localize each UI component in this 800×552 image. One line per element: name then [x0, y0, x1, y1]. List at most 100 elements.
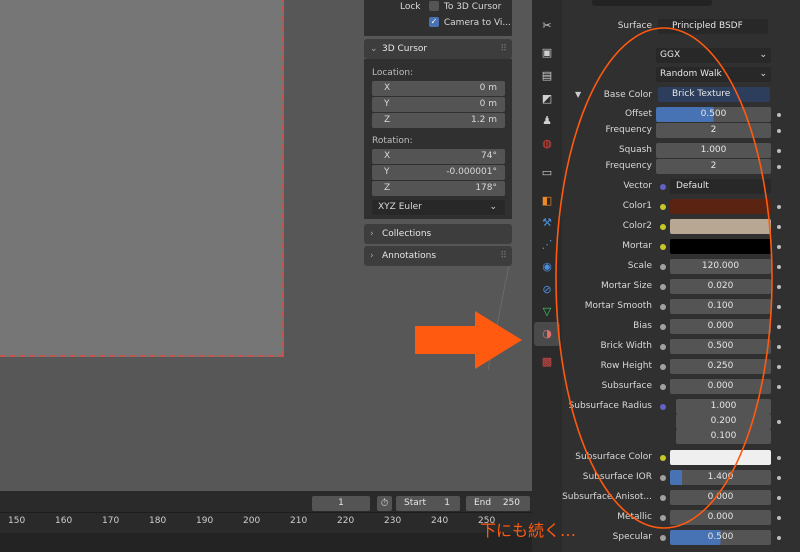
subsurface-field[interactable]: 0.000 — [670, 379, 771, 394]
row-height-field[interactable]: 0.250 — [670, 359, 771, 374]
keyframe-dot[interactable] — [777, 325, 781, 329]
scale-field[interactable]: 120.000 — [670, 259, 771, 274]
keyframe-dot[interactable] — [777, 516, 781, 520]
check-icon: ✓ — [429, 17, 439, 27]
rotation-z-field[interactable]: Z 178° — [372, 181, 505, 196]
keyframe-dot[interactable] — [777, 245, 781, 249]
brick-width-field[interactable]: 0.500 — [670, 339, 771, 354]
current-frame-field[interactable]: 1 — [312, 496, 370, 511]
keyframe-dot[interactable] — [777, 265, 781, 269]
keyframe-dot[interactable] — [777, 305, 781, 309]
subsurface-color-swatch[interactable] — [670, 450, 771, 465]
output-icon[interactable]: ▤ — [539, 68, 555, 84]
frame-tick: 200 — [243, 516, 261, 526]
timeline[interactable]: 1 ⏱ Start 1 End 250 150 160 170 180 190 … — [0, 491, 532, 552]
field-value: 178° — [475, 183, 497, 193]
keyframe-dot[interactable] — [777, 129, 781, 133]
render-icon[interactable]: ▣ — [539, 45, 555, 61]
object-icon[interactable]: ◧ — [539, 193, 555, 209]
keyframe-dot[interactable] — [777, 285, 781, 289]
texture-checker-icon[interactable]: ▩ — [539, 354, 555, 370]
location-x-field[interactable]: X 0 m — [372, 81, 505, 96]
keyframe-dot[interactable] — [777, 113, 781, 117]
rotation-y-field[interactable]: Y -0.000001° — [372, 165, 505, 180]
current-frame-value: 1 — [338, 498, 344, 508]
specular-slider[interactable]: 0.500 — [670, 530, 771, 545]
physics-icon[interactable]: ◉ — [539, 259, 555, 275]
camera-to-view-checkbox[interactable]: ✓ Camera to Vi... — [429, 17, 511, 28]
collections-panel-header[interactable]: › Collections — [364, 224, 512, 244]
modifier-wrench-icon[interactable]: ⚒ — [539, 215, 555, 231]
subsurface-radius-x-field[interactable]: 1.000 — [676, 399, 771, 414]
field-value: 74° — [481, 151, 497, 161]
keyframe-dot[interactable] — [777, 496, 781, 500]
keyframe-dot[interactable] — [777, 365, 781, 369]
color2-swatch[interactable] — [670, 219, 771, 234]
vector-field[interactable]: Default — [670, 179, 771, 194]
3d-viewport[interactable]: Lock To 3D Cursor ✓ Camera to Vi... ⌄ 3D… — [0, 0, 532, 491]
object-data-icon[interactable]: ▽ — [539, 304, 555, 320]
keyframe-dot[interactable] — [777, 205, 781, 209]
keyframe-dot[interactable] — [777, 385, 781, 389]
surface-shader-field[interactable]: Principled BSDF — [658, 19, 768, 34]
radius-value: 0.200 — [710, 416, 737, 426]
constraints-icon[interactable]: ⊘ — [539, 282, 555, 298]
keyframe-dot[interactable] — [777, 225, 781, 229]
mortar-swatch[interactable] — [670, 239, 771, 254]
keyframe-dot[interactable] — [777, 149, 781, 153]
subsurface-ior-slider[interactable]: 1.400 — [670, 470, 771, 485]
distribution-dropdown[interactable]: GGX ⌄ — [656, 48, 771, 63]
material-icon[interactable]: ◑ — [539, 326, 555, 342]
mortar-smooth-field[interactable]: 0.100 — [670, 299, 771, 314]
particles-icon[interactable]: ⋰ — [539, 237, 555, 253]
timeline-track[interactable] — [0, 533, 532, 552]
keyframe-dot[interactable] — [777, 345, 781, 349]
stopwatch-icon[interactable]: ⏱ — [377, 496, 392, 511]
axis-label: Y — [384, 99, 390, 109]
brick-width-value: 0.500 — [707, 341, 734, 351]
collection-icon[interactable]: ▭ — [539, 165, 555, 181]
vector-socket-icon — [660, 184, 666, 190]
drag-grip-icon[interactable]: ⠿ — [500, 246, 507, 266]
keyframe-dot[interactable] — [777, 456, 781, 460]
3d-cursor-panel-header[interactable]: ⌄ 3D Cursor ⠿ — [364, 39, 512, 59]
view-layer-icon[interactable]: ◩ — [539, 91, 555, 107]
subsurface-method-dropdown[interactable]: Random Walk ⌄ — [656, 67, 771, 82]
subsurface-aniso-field[interactable]: 0.000 — [670, 490, 771, 505]
frequency-field[interactable]: 2 — [656, 159, 771, 174]
color1-swatch[interactable] — [670, 199, 771, 214]
3d-cursor-title: 3D Cursor — [382, 44, 428, 54]
keyframe-dot[interactable] — [777, 420, 781, 424]
keyframe-dot[interactable] — [777, 536, 781, 540]
vector-socket-icon — [660, 404, 666, 410]
expand-triangle-icon[interactable]: ▼ — [575, 90, 581, 99]
base-color-texture-field[interactable]: Brick Texture — [658, 87, 770, 102]
rotation-x-field[interactable]: X 74° — [372, 149, 505, 164]
rotation-mode-dropdown[interactable]: XYZ Euler ⌄ — [372, 200, 505, 215]
start-frame-field[interactable]: Start 1 — [396, 496, 460, 511]
drag-grip-icon[interactable]: ⠿ — [500, 39, 507, 59]
keyframe-dot[interactable] — [777, 476, 781, 480]
mortar-size-field[interactable]: 0.020 — [670, 279, 771, 294]
search-field[interactable] — [592, 0, 712, 6]
bias-field[interactable]: 0.000 — [670, 319, 771, 334]
squash-field[interactable]: 1.000 — [656, 143, 771, 158]
location-y-field[interactable]: Y 0 m — [372, 97, 505, 112]
location-z-field[interactable]: Z 1.2 m — [372, 113, 505, 128]
scene-icon[interactable]: ♟ — [539, 113, 555, 129]
end-frame-field[interactable]: End 250 — [466, 496, 530, 511]
subsurface-radius-z-field[interactable]: 0.100 — [676, 429, 771, 444]
metallic-field[interactable]: 0.000 — [670, 510, 771, 525]
frequency-field[interactable]: 2 — [656, 123, 771, 138]
frequency-value: 2 — [710, 161, 717, 171]
color-socket-icon — [660, 204, 666, 210]
world-icon[interactable]: ◍ — [539, 136, 555, 152]
subsurface-radius-y-field[interactable]: 0.200 — [676, 414, 771, 429]
lock-section: Lock To 3D Cursor ✓ Camera to Vi... — [364, 0, 512, 36]
to-3d-cursor-checkbox[interactable]: To 3D Cursor — [429, 1, 501, 12]
annotations-panel-header[interactable]: › Annotations ⠿ — [364, 246, 512, 266]
offset-slider[interactable]: 0.500 — [656, 107, 771, 122]
keyframe-dot[interactable] — [777, 165, 781, 169]
subsurface-aniso-label: Subsurface Anisot... — [562, 492, 652, 502]
tool-icon[interactable]: ✂ — [539, 18, 555, 34]
